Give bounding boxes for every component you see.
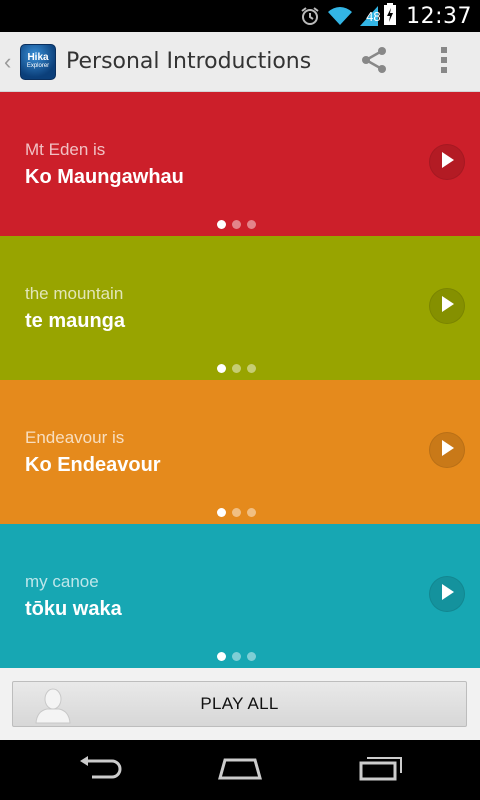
back-button[interactable] [76,754,124,786]
system-nav-bar [0,740,480,800]
page-dot [247,220,256,229]
phrase-text: te maunga [25,310,126,332]
phrase-text: Ko Endeavour [25,454,161,476]
phrase-card[interactable]: the mountain te maunga [0,236,480,380]
battery-level-text: 48 [366,8,381,24]
page-indicator [217,508,262,517]
clock: 12:37 [406,3,472,29]
recent-apps-icon [357,755,403,786]
play-button[interactable] [429,288,465,324]
battery-status: 48 [366,2,397,30]
home-icon [216,756,264,785]
play-all-button[interactable]: PLAY ALL [12,681,467,727]
play-all-bar: PLAY ALL [0,668,480,740]
overflow-menu-button[interactable] [428,44,460,80]
page-dot [247,364,256,373]
play-button[interactable] [429,432,465,468]
status-bar: 48 12:37 [0,0,480,32]
phrase-card[interactable]: Endeavour is Ko Endeavour [0,380,480,524]
user-silhouette-icon [33,686,73,729]
page-dot [232,652,241,661]
play-button[interactable] [429,144,465,180]
phrase-list: Mt Eden is Ko Maungawhau the mountain te… [0,92,480,668]
phrase-translation: Endeavour is [25,428,125,447]
app-logo-subtext: Explorer [26,63,50,69]
phrase-translation: Mt Eden is [25,140,106,159]
app-logo-text: Hika [27,52,49,63]
page-dot [217,220,226,229]
back-icon [78,755,122,785]
play-icon [439,583,455,606]
page-dot [217,508,226,517]
battery-charging-icon [384,2,397,30]
overflow-menu-icon [440,46,448,79]
app-logo[interactable]: Hika Explorer [20,43,56,80]
share-icon [359,45,389,80]
alarm-icon [300,6,320,26]
play-button[interactable] [429,576,465,612]
play-icon [439,295,455,318]
page-dot [247,652,256,661]
page-title: Personal Introductions [66,49,312,74]
page-dot [217,652,226,661]
phrase-card[interactable]: Mt Eden is Ko Maungawhau [0,92,480,236]
up-navigation-icon[interactable]: ‹ [4,49,16,75]
recent-apps-button[interactable] [356,754,404,786]
page-indicator [217,220,262,229]
play-all-label: PLAY ALL [200,694,279,713]
phrase-card[interactable]: my canoe tōku waka [0,524,480,668]
phrase-translation: my canoe [25,572,99,591]
home-button[interactable] [216,754,264,786]
wifi-icon [328,6,353,26]
play-icon [439,151,455,174]
page-dot [232,508,241,517]
phrase-text: tōku waka [25,598,122,620]
action-bar: ‹ Hika Explorer Personal Introductions [0,32,480,92]
page-dot [247,508,256,517]
page-dot [232,220,241,229]
share-button[interactable] [354,44,394,80]
phrase-text: Ko Maungawhau [25,166,184,188]
page-indicator [217,364,262,373]
phrase-translation: the mountain [25,284,124,303]
page-dot [232,364,241,373]
play-icon [439,439,455,462]
page-dot [217,364,226,373]
page-indicator [217,652,262,661]
